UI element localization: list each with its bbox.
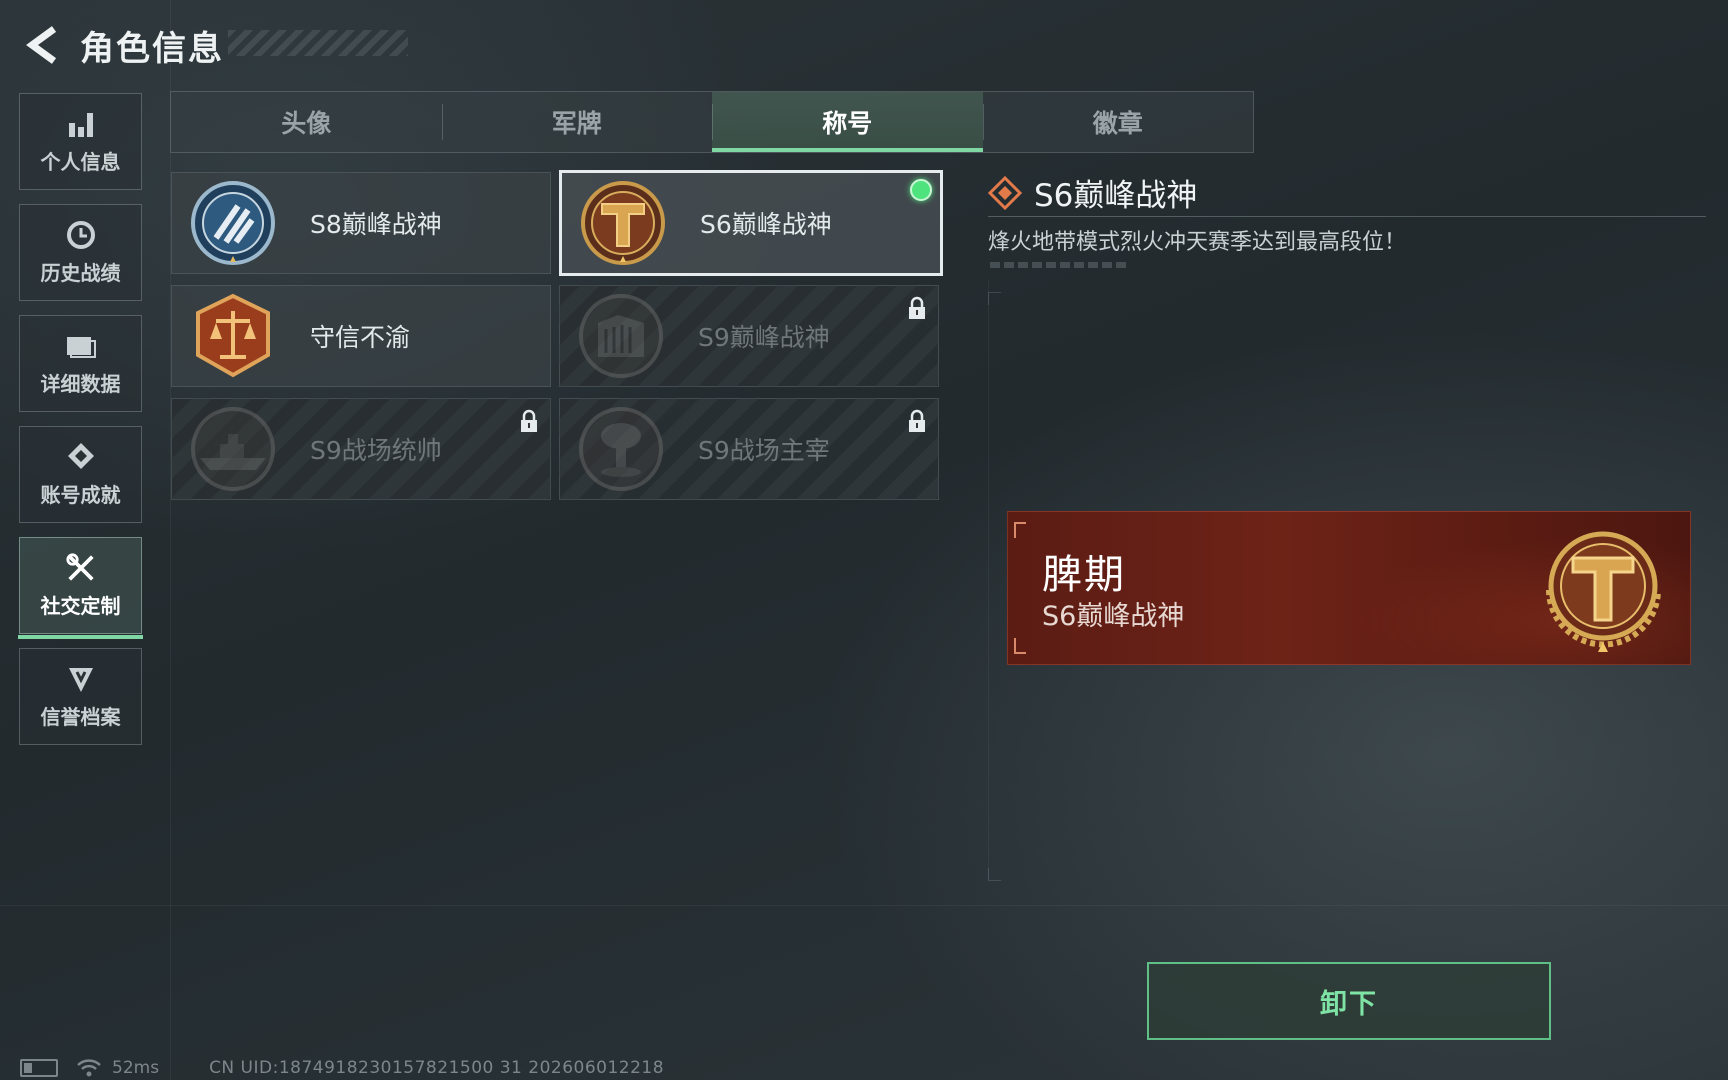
detail-divider: [988, 216, 1706, 217]
tab-badge[interactable]: 徽章: [982, 92, 1254, 152]
sidebar-item-history[interactable]: 历史战绩: [19, 204, 142, 301]
lock-icon: [909, 409, 925, 432]
sidebar-item-detailed-data[interactable]: 详细数据: [19, 315, 142, 412]
sidebar-item-label: 账号成就: [40, 483, 121, 507]
uid-text: CN UID:1874918230157821500 31 2026060122…: [209, 1058, 665, 1078]
page-title: 角色信息: [80, 28, 224, 69]
customization-tabs: 头像 军牌 称号 徽章: [170, 91, 1254, 153]
title-name: S8巅峰战神: [310, 210, 442, 239]
folder-icon: [65, 330, 97, 362]
title-name: S9巅峰战神: [698, 323, 830, 352]
sidebar-item-label: 社交定制: [40, 594, 121, 618]
lock-icon: [521, 409, 537, 432]
sidebar-item-label: 个人信息: [40, 150, 121, 174]
status-bar: 52ms CN UID:1874918230157821500 31 20260…: [20, 1058, 664, 1078]
tab-avatar[interactable]: 头像: [171, 92, 442, 152]
history-clock-icon: [65, 219, 97, 251]
tab-dogtag[interactable]: 军牌: [441, 92, 713, 152]
frame-corner: [988, 292, 1001, 305]
sidebar-item-social-custom[interactable]: 社交定制: [18, 537, 143, 639]
unequip-button[interactable]: 卸下: [1147, 962, 1551, 1040]
back-arrow-icon: [26, 26, 57, 64]
sidebar-item-label: 信誉档案: [40, 705, 121, 729]
back-button[interactable]: [20, 23, 64, 67]
title-preview-banner: 脾期 S6巅峰战神: [1007, 511, 1691, 665]
detail-header: S6巅峰战神: [988, 170, 1197, 215]
title-name: S6巅峰战神: [700, 210, 832, 239]
sidebar-item-label: 详细数据: [40, 372, 121, 396]
detail-description: 烽火地带模式烈火冲天赛季达到最高段位！: [988, 230, 1407, 255]
tools-icon: [65, 552, 97, 584]
diamond-icon: [988, 175, 1022, 210]
scales-emblem-icon: [196, 293, 270, 378]
title-card-trustworthy[interactable]: 守信不渝: [171, 285, 551, 387]
player-name: 脾期: [1042, 552, 1126, 598]
frame-corner: [988, 868, 1001, 881]
title-card-s9-peak[interactable]: S9巅峰战神: [559, 285, 939, 387]
sidebar: 个人信息 历史战绩 详细数据 账号成就 社交定制 信誉档案: [18, 93, 144, 759]
title-name: S9战场主宰: [698, 436, 830, 465]
title-name: 守信不渝: [310, 323, 411, 352]
title-name: S9战场统帅: [310, 436, 442, 465]
header: 角色信息: [20, 20, 224, 70]
wifi-icon: [77, 1059, 101, 1077]
honor-icon: [65, 663, 97, 695]
description-decoration: [990, 262, 1128, 268]
achievement-icon: [65, 441, 97, 473]
sidebar-item-personal-info[interactable]: 个人信息: [19, 93, 142, 190]
battery-icon: [20, 1059, 58, 1077]
sidebar-item-label: 历史战绩: [40, 261, 121, 285]
lock-icon: [909, 296, 925, 319]
mushroom-cloud-emblem-icon: [579, 407, 663, 491]
title-card-s9-dominator[interactable]: S9战场主宰: [559, 398, 939, 500]
ping-value: 52ms: [112, 1058, 160, 1078]
sidebar-item-achievements[interactable]: 账号成就: [19, 426, 142, 523]
detail-title: S6巅峰战神: [1034, 178, 1198, 214]
title-card-s9-commander[interactable]: S9战场统帅: [171, 398, 551, 500]
title-card-s8-peak[interactable]: S8巅峰战神: [171, 172, 551, 274]
preview-title: S6巅峰战神: [1042, 601, 1185, 632]
equipped-indicator: [910, 179, 932, 201]
sidebar-item-reputation[interactable]: 信誉档案: [19, 648, 142, 745]
fortress-emblem-icon: [579, 294, 663, 378]
title-decoration: [228, 30, 408, 56]
tab-title[interactable]: 称号: [712, 92, 983, 152]
banner-corner: [1014, 522, 1026, 538]
title-card-s6-peak[interactable]: S6巅峰战神: [559, 170, 943, 276]
banner-corner: [1014, 638, 1026, 654]
warship-emblem-icon: [191, 407, 275, 491]
gold-t-emblem-icon: [1546, 531, 1661, 652]
gold-t-emblem-icon: [581, 181, 665, 265]
blue-slash-emblem-icon: [191, 181, 275, 265]
bar-chart-icon: [65, 108, 97, 140]
